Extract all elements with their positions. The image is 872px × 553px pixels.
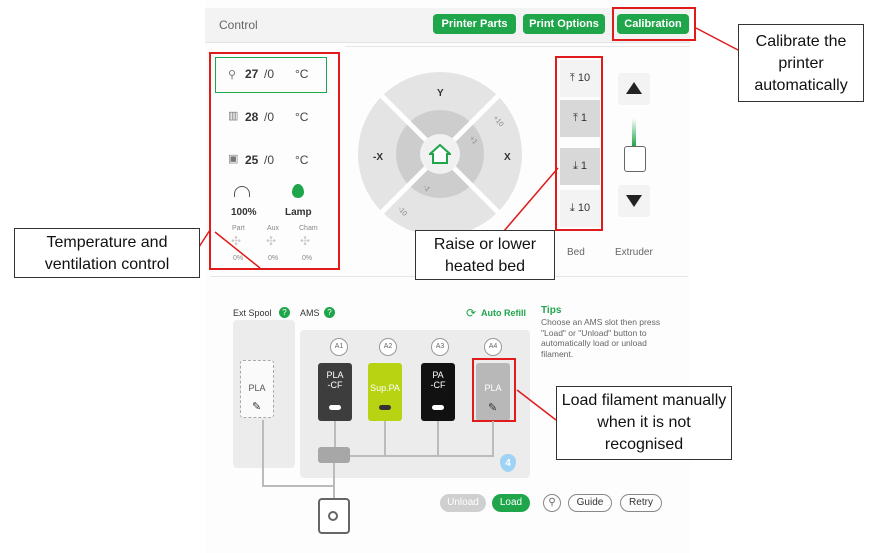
callout-temperature: Temperature and ventilation control bbox=[14, 228, 200, 278]
callout-calibrate: Calibrate the printer automatically bbox=[738, 24, 864, 102]
callout-bed: Raise or lower heated bed bbox=[415, 230, 555, 280]
callout-load-filament: Load filament manually when it is not re… bbox=[556, 386, 732, 460]
